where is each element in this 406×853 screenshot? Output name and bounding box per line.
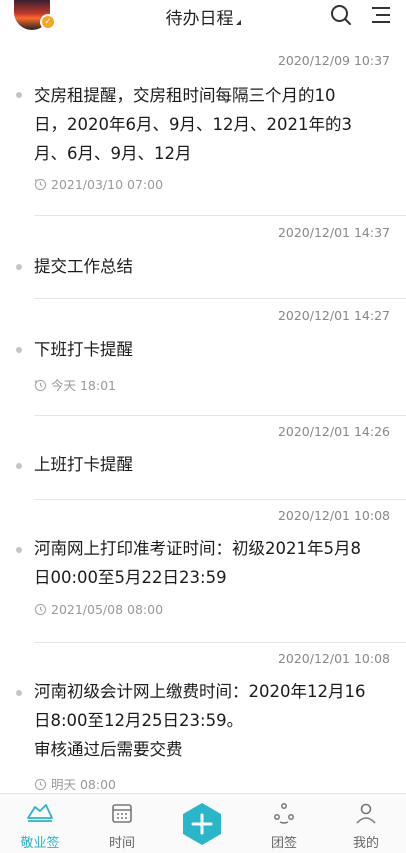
clock-icon	[34, 778, 47, 791]
search-icon[interactable]	[330, 4, 352, 26]
item-text: 河南网上打印准考证时间：初级2021年5月8 日00:00至5月22日23:59	[34, 534, 390, 592]
list-item[interactable]: 2020/12/01 10:08 河南初级会计网上缴费时间：2020年12月16…	[0, 643, 406, 793]
team-icon	[274, 803, 294, 824]
bullet-dot	[16, 690, 22, 696]
bottom-tab-bar: 敬业签 时间 团签 我的	[0, 793, 406, 853]
item-text-line: 上班打卡提醒	[34, 455, 133, 474]
reminder-time: 2021/03/10 07:00	[34, 177, 163, 192]
reminder-time: 明天 08:00	[34, 774, 116, 793]
menu-icon[interactable]	[370, 4, 392, 26]
list-item[interactable]: 2020/12/01 14:37 提交工作总结	[0, 216, 406, 299]
list-item[interactable]: 2020/12/09 10:37 交房租提醒，交房租时间每隔三个月的10 日，2…	[0, 44, 406, 216]
tab-label: 时间	[108, 836, 135, 851]
reminder-text: 2021/03/10 07:00	[51, 177, 164, 192]
tab-label: 敬业签	[20, 836, 60, 851]
item-text-line: 河南网上打印准考证时间：初级2021年5月8	[34, 539, 361, 558]
clock-icon	[34, 603, 47, 616]
created-timestamp: 2020/12/09 10:37	[277, 53, 390, 68]
plus-icon[interactable]	[180, 802, 224, 846]
reminder-time: 2021/05/08 08:00	[34, 602, 163, 617]
item-text: 河南初级会计网上缴费时间：2020年12月16 日8:00至12月25日23:5…	[34, 677, 390, 764]
repeat-clock-icon	[34, 178, 47, 191]
profile-icon	[356, 803, 376, 824]
reminder-time: 今天 18:01	[34, 375, 116, 394]
repeat-clock-icon	[34, 379, 47, 392]
list-item[interactable]: 2020/12/01 10:08 河南网上打印准考证时间：初级2021年5月8 …	[0, 500, 406, 643]
created-timestamp: 2020/12/01 10:08	[277, 508, 390, 523]
bullet-dot	[16, 347, 22, 353]
created-timestamp: 2020/12/01 14:27	[277, 308, 390, 323]
list-item[interactable]: 2020/12/01 14:26 上班打卡提醒	[0, 416, 406, 500]
item-text: 下班打卡提醒	[34, 335, 390, 364]
reminder-text: 今天 18:01	[51, 378, 116, 393]
tab-label: 我的	[352, 836, 379, 851]
item-text: 提交工作总结	[34, 252, 390, 281]
bullet-dot	[16, 547, 22, 553]
bullet-dot	[16, 92, 22, 98]
created-timestamp: 2020/12/01 14:37	[277, 225, 390, 240]
reminder-text: 明天 08:00	[51, 777, 116, 792]
top-header: ✓ 待办日程	[0, 0, 406, 44]
tab-team[interactable]: 团签	[244, 794, 324, 853]
item-text-line: 日8:00至12月25日23:59。	[34, 711, 244, 730]
tab-mine[interactable]: 我的	[326, 794, 406, 853]
note-icon	[27, 804, 53, 822]
reminder-text: 2021/05/08 08:00	[51, 602, 164, 617]
item-text-line: 下班打卡提醒	[34, 340, 133, 359]
item-text-line: 月、6月、9月、12月	[34, 144, 192, 163]
dropdown-caret-icon[interactable]	[235, 20, 241, 25]
list-item[interactable]: 2020/12/01 14:27 下班打卡提醒 今天 18:01	[0, 299, 406, 416]
item-text-line: 提交工作总结	[34, 257, 133, 276]
calendar-icon	[112, 804, 132, 823]
bullet-dot	[16, 264, 22, 270]
item-text-line: 交房租提醒，交房租时间每隔三个月的10	[34, 86, 336, 105]
item-text-line: 审核通过后需要交费	[34, 740, 183, 759]
created-timestamp: 2020/12/01 14:26	[277, 424, 390, 439]
item-text-line: 日00:00至5月22日23:59	[34, 568, 227, 587]
tab-label: 团签	[270, 836, 297, 851]
item-text: 上班打卡提醒	[34, 450, 390, 479]
tab-jingyeqian[interactable]: 敬业签	[0, 794, 80, 853]
item-text: 交房租提醒，交房租时间每隔三个月的10 日，2020年6月、9月、12月、202…	[34, 81, 390, 168]
bullet-dot	[16, 463, 22, 469]
item-text-line: 日，2020年6月、9月、12月、2021年的3	[34, 115, 352, 134]
item-text-line: 河南初级会计网上缴费时间：2020年12月16	[34, 682, 366, 701]
created-timestamp: 2020/12/01 10:08	[277, 651, 390, 666]
tab-time[interactable]: 时间	[82, 794, 162, 853]
page-title[interactable]: 待办日程	[166, 9, 234, 29]
